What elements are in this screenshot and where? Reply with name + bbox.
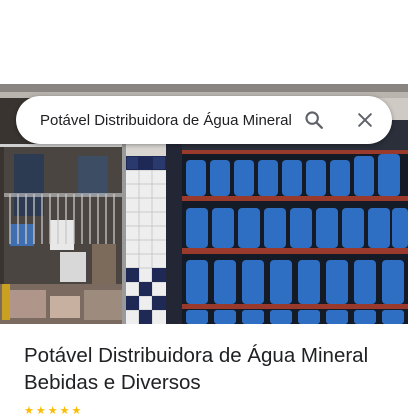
- place-title: Potável Distribuidora de Água Mineral Be…: [24, 344, 369, 394]
- star-icon: ★: [59, 404, 70, 417]
- star-icon: ★: [35, 404, 46, 417]
- search-input[interactable]: [40, 111, 292, 129]
- close-icon-glyph: [358, 113, 372, 127]
- close-icon[interactable]: [353, 108, 377, 132]
- search-icon[interactable]: [302, 108, 326, 132]
- search-icon-glyph: [305, 111, 323, 129]
- star-icon: ★: [71, 404, 82, 417]
- star-icon: ★: [24, 404, 34, 417]
- rating-stars: ★ ★ ★ ★ ★: [24, 403, 81, 417]
- star-icon: ★: [47, 404, 58, 417]
- search-bar: [16, 96, 392, 144]
